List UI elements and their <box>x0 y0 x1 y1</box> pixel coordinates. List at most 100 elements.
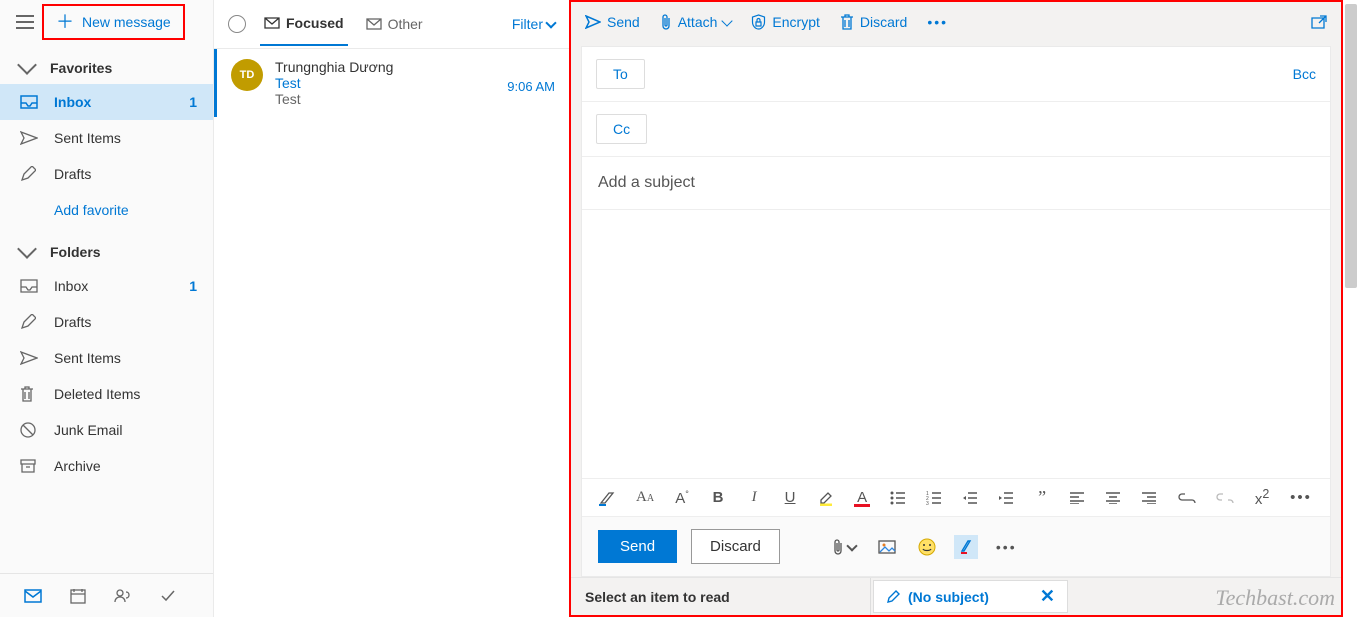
emoji-mini-icon[interactable] <box>914 534 940 560</box>
sidebar-item-sent-f[interactable]: Sent Items <box>0 340 213 376</box>
tab-focused-label: Focused <box>286 15 344 31</box>
new-message-button[interactable]: ＋ New message <box>42 4 185 40</box>
sidebar-item-drafts-f[interactable]: Drafts <box>0 304 213 340</box>
message-body-editor[interactable] <box>582 210 1330 478</box>
clearformat-icon[interactable] <box>598 490 616 506</box>
scrollbar[interactable] <box>1343 0 1359 575</box>
cmd-popout[interactable] <box>1311 15 1327 29</box>
inbox-icon <box>20 279 38 293</box>
sidebar-item-label: Inbox <box>54 278 173 294</box>
more-format-icon[interactable]: ••• <box>1290 489 1312 506</box>
indent-icon[interactable] <box>998 491 1014 505</box>
add-favorite[interactable]: Add favorite <box>0 192 213 228</box>
unlink-icon[interactable] <box>1216 493 1234 503</box>
fontcolor-icon[interactable]: A <box>854 489 870 507</box>
list-tabs: Focused Other Filter <box>214 0 569 49</box>
font-icon[interactable]: AA <box>636 489 654 506</box>
send-button-label: Send <box>620 538 655 555</box>
cmd-attach[interactable]: Attach <box>660 14 732 30</box>
message-time: 9:06 AM <box>507 79 555 107</box>
sidebar-item-junk[interactable]: Junk Email <box>0 412 213 448</box>
sidebar-item-count: 1 <box>189 94 197 110</box>
chevron-down-icon <box>17 55 37 75</box>
select-all-icon[interactable] <box>228 15 246 33</box>
draft-icon <box>20 166 38 182</box>
new-message-label: New message <box>82 14 171 30</box>
tasks-icon[interactable] <box>160 589 176 603</box>
calendar-icon[interactable] <box>70 588 86 604</box>
cmd-encrypt[interactable]: Encrypt <box>751 14 819 30</box>
to-label: To <box>613 66 628 82</box>
archive-icon <box>20 459 38 473</box>
send-button[interactable]: Send <box>598 530 677 563</box>
tab-other[interactable]: Other <box>362 16 427 45</box>
people-icon[interactable] <box>114 589 132 603</box>
bcc-label: Bcc <box>1293 66 1316 82</box>
mail-icon[interactable] <box>24 589 42 603</box>
cmd-encrypt-label: Encrypt <box>772 14 819 30</box>
draft-tab[interactable]: (No subject) ✕ <box>873 580 1068 613</box>
sidebar-item-inbox-f[interactable]: Inbox 1 <box>0 268 213 304</box>
sidebar-item-sent[interactable]: Sent Items <box>0 120 213 156</box>
highlight-icon[interactable] <box>818 490 834 506</box>
sidebar-item-archive[interactable]: Archive <box>0 448 213 484</box>
junk-icon <box>20 422 38 438</box>
watermark: Techbast.com <box>1215 585 1335 611</box>
tab-other-label: Other <box>388 16 423 32</box>
sidebar-item-label: Archive <box>54 458 197 474</box>
filter-button[interactable]: Filter <box>512 16 555 32</box>
attach-mini-icon[interactable] <box>828 535 860 559</box>
formatting-toggle-icon[interactable] <box>954 535 978 559</box>
cmd-discard-label: Discard <box>860 14 907 30</box>
superscript-icon[interactable]: x2 <box>1254 487 1270 508</box>
fontsize-icon[interactable]: A° <box>674 489 690 507</box>
sidebar-item-label: Sent Items <box>54 350 197 366</box>
subject-input[interactable] <box>596 173 1316 193</box>
discard-button[interactable]: Discard <box>691 529 780 564</box>
aligncenter-icon[interactable] <box>1106 492 1122 504</box>
sidebar-item-label: Inbox <box>54 94 173 110</box>
to-row[interactable]: To Bcc <box>582 47 1330 102</box>
message-item[interactable]: TD Trungnghia Dương Test Test 9:06 AM <box>214 49 569 117</box>
to-button[interactable]: To <box>596 59 645 89</box>
underline-icon[interactable]: U <box>782 489 798 506</box>
format-bar: AA A° B I U A 123 <box>582 478 1330 517</box>
close-icon[interactable]: ✕ <box>1040 586 1055 607</box>
sidebar-item-deleted[interactable]: Deleted Items <box>0 376 213 412</box>
compose-pane: Send Attach Encrypt Discard ••• <box>569 0 1343 617</box>
cmd-send[interactable]: Send <box>585 14 640 30</box>
folders-header[interactable]: Folders <box>0 228 213 268</box>
cmd-discard[interactable]: Discard <box>840 14 907 30</box>
chevron-down-icon <box>545 17 556 28</box>
sidebar-item-label: Junk Email <box>54 422 197 438</box>
numbering-icon[interactable]: 123 <box>926 491 942 505</box>
alignright-icon[interactable] <box>1142 492 1158 504</box>
cc-row[interactable]: Cc <box>582 102 1330 157</box>
quote-icon[interactable]: ” <box>1034 487 1050 508</box>
hamburger-icon[interactable] <box>16 15 34 29</box>
cmd-more[interactable]: ••• <box>927 14 948 30</box>
italic-icon[interactable]: I <box>746 489 762 506</box>
bcc-button[interactable]: Bcc <box>1293 66 1316 82</box>
link-icon[interactable] <box>1178 493 1196 503</box>
sidebar-item-inbox[interactable]: Inbox 1 <box>0 84 213 120</box>
trash-icon <box>20 386 38 402</box>
picture-mini-icon[interactable] <box>874 536 900 558</box>
bullets-icon[interactable] <box>890 491 906 505</box>
sidebar-item-drafts[interactable]: Drafts <box>0 156 213 192</box>
message-subject: Test <box>275 75 495 91</box>
favorites-header[interactable]: Favorites <box>0 44 213 84</box>
chevron-down-icon <box>17 239 37 259</box>
bold-icon[interactable]: B <box>710 489 726 506</box>
sidebar-item-label: Deleted Items <box>54 386 197 402</box>
discard-button-label: Discard <box>710 538 761 555</box>
cc-button[interactable]: Cc <box>596 114 647 144</box>
more-mini-icon[interactable]: ••• <box>992 535 1021 559</box>
other-icon <box>366 18 382 30</box>
alignleft-icon[interactable] <box>1070 492 1086 504</box>
send-icon <box>20 131 38 145</box>
filter-label: Filter <box>512 16 543 32</box>
outdent-icon[interactable] <box>962 491 978 505</box>
draft-tab-label: (No subject) <box>908 589 989 605</box>
tab-focused[interactable]: Focused <box>260 15 348 46</box>
